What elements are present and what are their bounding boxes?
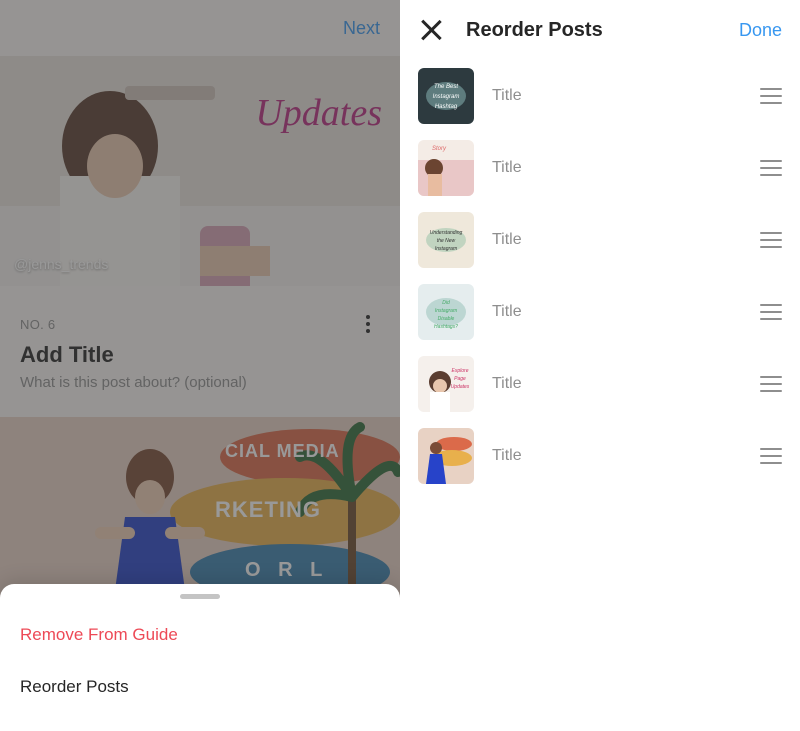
svg-text:Story: Story <box>432 146 447 152</box>
list-item[interactable]: Did Instagram Disable Hashtags? Title <box>418 284 782 340</box>
svg-text:The Best: The Best <box>434 84 458 90</box>
more-options-button[interactable] <box>356 312 380 336</box>
list-item[interactable]: Explore Page Updates Title <box>418 356 782 412</box>
hero-badge-text: Updates <box>255 91 382 135</box>
list-item[interactable]: Story Title <box>418 140 782 196</box>
post-thumbnail: Story <box>418 140 474 196</box>
post-thumbnail: Did Instagram Disable Hashtags? <box>418 284 474 340</box>
subtitle-input[interactable]: What is this post about? (optional) <box>20 374 380 391</box>
post-thumbnail: Explore Page Updates <box>418 356 474 412</box>
close-icon[interactable] <box>418 17 444 43</box>
svg-text:the New: the New <box>437 238 456 244</box>
post-thumbnail: Understanding the New Instagram <box>418 212 474 268</box>
svg-text:Updates: Updates <box>451 384 470 390</box>
reorder-posts-button[interactable]: Reorder Posts <box>0 661 400 713</box>
item-title: Title <box>492 447 742 465</box>
svg-text:Did: Did <box>442 300 450 306</box>
drag-handle-icon[interactable] <box>760 232 782 248</box>
item-title: Title <box>492 231 742 249</box>
mural-text-3: O R L <box>245 559 328 582</box>
svg-text:Explore: Explore <box>452 368 469 374</box>
reorder-list: The Best Instagram Hashtag Title Story Tit… <box>400 60 800 492</box>
reorder-header: Reorder Posts Done <box>400 0 800 60</box>
svg-text:Instagram: Instagram <box>435 246 457 252</box>
drag-handle-icon[interactable] <box>760 160 782 176</box>
mural-text-2: RKETING <box>215 497 321 523</box>
action-sheet: Remove From Guide Reorder Posts <box>0 584 400 731</box>
svg-text:Understanding: Understanding <box>430 230 463 236</box>
post-thumbnail: The Best Instagram Hashtag <box>418 68 474 124</box>
svg-text:Instagram: Instagram <box>435 308 457 314</box>
post-thumbnail <box>418 428 474 484</box>
reorder-title: Reorder Posts <box>466 19 717 42</box>
guide-editor-pane: Next Updates @jenns_trends NO. 6 <box>0 0 400 731</box>
remove-from-guide-button[interactable]: Remove From Guide <box>0 609 400 661</box>
list-item[interactable]: Understanding the New Instagram Title <box>418 212 782 268</box>
svg-text:Disable: Disable <box>438 316 455 322</box>
post-hero-image: Updates @jenns_trends <box>0 56 400 286</box>
hero-username: @jenns_trends <box>14 256 108 272</box>
post-number-label: NO. 6 <box>20 317 55 332</box>
done-button[interactable]: Done <box>739 20 782 41</box>
list-item[interactable]: Title <box>418 428 782 484</box>
svg-text:Page: Page <box>454 376 466 382</box>
sheet-grabber[interactable] <box>180 594 220 599</box>
item-title: Title <box>492 303 742 321</box>
list-item[interactable]: The Best Instagram Hashtag Title <box>418 68 782 124</box>
drag-handle-icon[interactable] <box>760 376 782 392</box>
reorder-posts-pane: Reorder Posts Done The Best Instagram Hash… <box>400 0 800 731</box>
svg-text:Hashtags?: Hashtags? <box>434 324 458 330</box>
editor-header: Next <box>0 0 400 56</box>
title-input[interactable]: Add Title <box>20 342 380 368</box>
svg-text:Instagram: Instagram <box>433 94 460 100</box>
drag-handle-icon[interactable] <box>760 304 782 320</box>
next-button[interactable]: Next <box>343 18 380 39</box>
item-title: Title <box>492 375 742 393</box>
item-title: Title <box>492 159 742 177</box>
svg-text:Hashtag: Hashtag <box>435 104 458 110</box>
drag-handle-icon[interactable] <box>760 448 782 464</box>
mural-text-1: CIAL MEDIA <box>225 441 340 462</box>
post-meta-block: NO. 6 Add Title What is this post about?… <box>0 286 400 399</box>
drag-handle-icon[interactable] <box>760 88 782 104</box>
item-title: Title <box>492 87 742 105</box>
